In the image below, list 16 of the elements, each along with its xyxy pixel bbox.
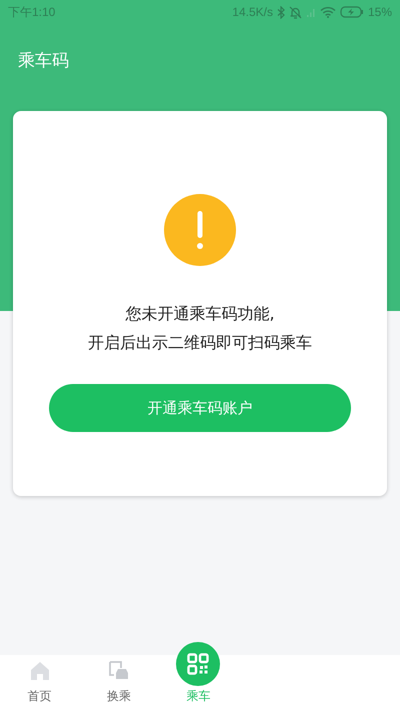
muted-bell-icon — [288, 6, 302, 18]
network-speed: 14.5K/s — [232, 5, 273, 19]
notice-text: 开启后出示二维码即可扫码乘车 — [88, 333, 312, 354]
bluetooth-icon — [276, 6, 285, 18]
home-icon — [28, 660, 51, 682]
warning-icon — [164, 194, 236, 266]
notice-text: 您未开通乘车码功能, — [125, 304, 275, 325]
wifi-icon — [320, 6, 336, 18]
page-title: 乘车码 — [18, 50, 69, 72]
signal-icon — [306, 6, 316, 18]
battery-level: 15% — [368, 5, 392, 19]
qr-code-icon — [176, 642, 220, 686]
battery-icon — [340, 6, 364, 18]
tab[interactable]: 换乘 — [79, 655, 159, 711]
status-time: 下午1:10 — [8, 4, 56, 20]
tab[interactable]: 首页 — [0, 655, 80, 711]
